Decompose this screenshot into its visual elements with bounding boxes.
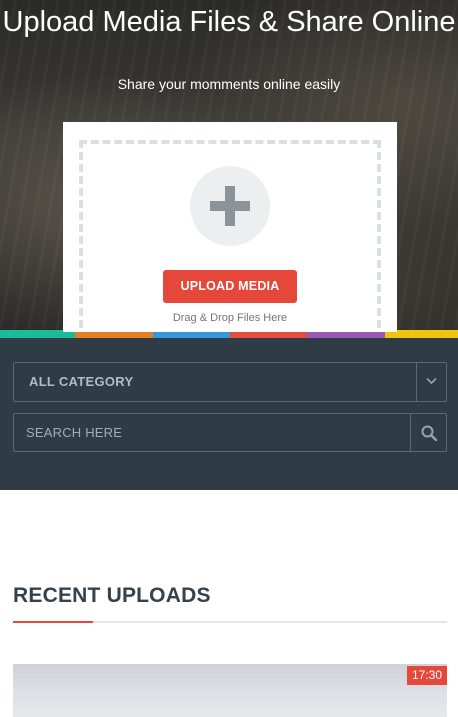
duration-badge: 17:30 (406, 666, 447, 685)
category-select[interactable]: ALL CATEGORY (13, 362, 447, 402)
search-bar (13, 413, 447, 452)
plus-icon[interactable] (190, 166, 270, 246)
chevron-down-icon[interactable] (416, 363, 446, 401)
section-divider-accent (13, 621, 93, 623)
media-thumbnail[interactable]: 17:30 (13, 664, 447, 717)
upload-dropzone[interactable]: UPLOAD MEDIA Drag & Drop Files Here (63, 122, 397, 332)
hero-banner: Upload Media Files & Share Online Share … (0, 0, 458, 332)
drag-drop-hint: Drag & Drop Files Here (172, 312, 288, 324)
hero-title: Upload Media Files & Share Online (2, 6, 456, 38)
upload-media-button[interactable]: UPLOAD MEDIA (163, 270, 297, 303)
filter-panel: ALL CATEGORY (0, 338, 458, 490)
hero-subtitle: Share your momments online easily (117, 76, 341, 92)
recent-uploads-heading: RECENT UPLOADS (13, 584, 211, 607)
search-icon[interactable] (410, 414, 446, 451)
search-input[interactable] (14, 414, 410, 451)
category-select-value: ALL CATEGORY (29, 374, 134, 389)
